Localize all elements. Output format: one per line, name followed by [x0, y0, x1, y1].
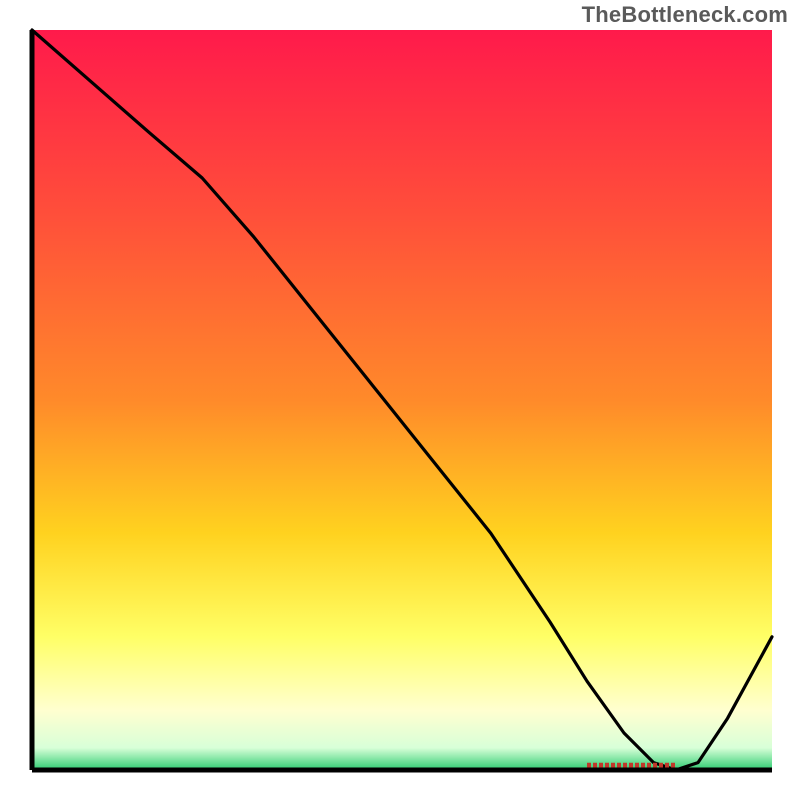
bottleneck-chart: [0, 0, 800, 800]
plot-area: [32, 30, 772, 770]
